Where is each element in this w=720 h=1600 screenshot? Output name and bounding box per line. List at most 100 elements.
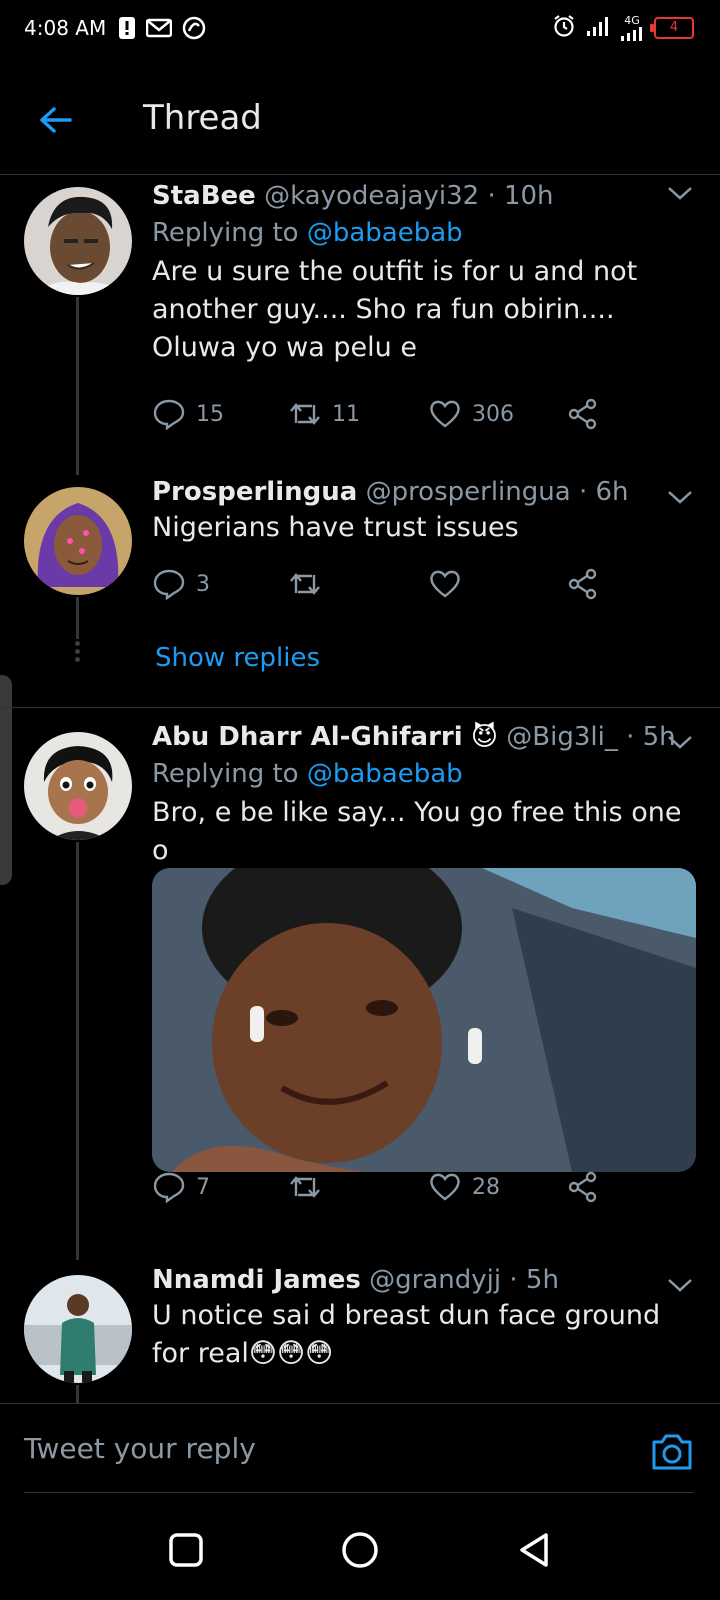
battery-indicator: 4 — [650, 17, 694, 39]
triangle-back-icon — [520, 1533, 548, 1567]
author-name[interactable]: Prosperlingua — [152, 477, 357, 507]
home-button[interactable] — [340, 1530, 380, 1570]
app-header: Thread — [0, 64, 720, 175]
system-nav-bar — [0, 1500, 720, 1600]
retweet-icon — [290, 403, 320, 425]
like-icon — [430, 400, 460, 428]
tweet-text: Bro, e be like say... You go free this o… — [152, 797, 682, 866]
author-handle[interactable]: @kayodeajayi32 — [264, 181, 479, 211]
avatar[interactable] — [24, 487, 132, 595]
author-name[interactable]: StaBee — [152, 181, 256, 211]
signal-icon — [586, 15, 610, 41]
share-icon — [568, 398, 597, 430]
camera-button[interactable] — [650, 1432, 694, 1472]
tweet-actions: 3 — [152, 567, 612, 607]
author-name[interactable]: Nnamdi James — [152, 1265, 361, 1295]
chevron-down-icon[interactable] — [666, 487, 694, 507]
back-nav-button[interactable] — [514, 1530, 554, 1570]
alarm-icon — [552, 14, 576, 42]
status-bar: 4:08 AM 4G 4 — [0, 0, 720, 64]
recent-apps-button[interactable] — [166, 1530, 206, 1570]
reply-button[interactable]: 7 — [152, 1170, 210, 1204]
network-type: 4G — [620, 15, 644, 42]
author-name[interactable]: Abu Dharr Al-Ghifarri — [152, 722, 463, 752]
avatar[interactable] — [24, 187, 132, 295]
reply-bar: Tweet your reply — [0, 1403, 720, 1494]
system-icons: 4G 4 — [552, 14, 694, 42]
page-title: Thread — [143, 98, 262, 138]
thread-line — [76, 297, 79, 475]
share-button[interactable] — [566, 397, 600, 431]
reply-count: 15 — [196, 401, 224, 427]
thread-line — [76, 597, 79, 639]
thread-dots — [72, 638, 82, 665]
app-notification-icon — [182, 16, 206, 44]
reply-count: 3 — [196, 571, 210, 597]
tweet-time: 5h — [525, 1265, 559, 1295]
reply-button[interactable]: 15 — [152, 397, 224, 431]
avatar[interactable] — [24, 732, 132, 840]
mention-link[interactable]: @babaebab — [307, 759, 463, 789]
reply-button[interactable]: 3 — [152, 567, 210, 601]
retweet-count: 11 — [332, 401, 360, 427]
reply-input[interactable]: Tweet your reply — [24, 1432, 256, 1465]
tweet-actions: 7 28 — [152, 1170, 612, 1210]
thread-line — [76, 842, 79, 1260]
author-handle[interactable]: @grandyjj — [369, 1265, 501, 1295]
back-arrow-icon — [40, 107, 72, 133]
like-button[interactable] — [428, 567, 462, 601]
reply-count: 7 — [196, 1174, 210, 1200]
share-icon — [568, 1171, 597, 1203]
reply-icon — [153, 399, 185, 431]
reply-icon — [153, 569, 185, 601]
tweet-text: U notice sai d breast dun face ground fo… — [152, 1300, 661, 1369]
share-button[interactable] — [566, 1170, 600, 1204]
replying-to: Replying to @babaebab — [152, 759, 463, 789]
share-button[interactable] — [566, 567, 600, 601]
divider — [0, 707, 720, 708]
tweet[interactable]: Abu Dharr Al-Ghifarri 😈 @Big3li_ · 5h Re… — [0, 720, 720, 1260]
circle-icon — [342, 1532, 378, 1568]
retweet-icon — [290, 1176, 320, 1198]
back-button[interactable] — [36, 100, 76, 140]
show-replies-link[interactable]: Show replies — [155, 643, 320, 673]
camera-icon — [652, 1434, 692, 1470]
author-name-emoji: 😈 — [470, 722, 499, 752]
avatar[interactable] — [24, 1275, 132, 1383]
author-handle[interactable]: @Big3li_ — [506, 722, 618, 752]
like-count: 306 — [472, 401, 514, 427]
tweet-media-image[interactable] — [152, 868, 696, 1172]
like-button[interactable]: 28 — [428, 1170, 500, 1204]
retweet-button[interactable]: 11 — [288, 397, 360, 431]
like-icon — [430, 570, 460, 598]
replying-to: Replying to @babaebab — [152, 218, 463, 248]
tweet[interactable]: Nnamdi James @grandyjj · 5h U notice sai… — [0, 1263, 720, 1403]
like-button[interactable]: 306 — [428, 397, 514, 431]
tweet[interactable]: Prosperlingua @prosperlingua · 6h Nigeri… — [0, 475, 720, 695]
like-icon — [430, 1173, 460, 1201]
mail-icon — [145, 18, 173, 42]
chevron-down-icon[interactable] — [666, 1275, 694, 1295]
status-time: 4:08 AM — [24, 16, 107, 40]
tweet-actions: 15 11 306 — [152, 397, 612, 437]
mention-link[interactable]: @babaebab — [307, 218, 463, 248]
retweet-button[interactable] — [288, 567, 322, 601]
retweet-icon — [290, 573, 320, 595]
square-icon — [169, 1533, 203, 1567]
tweet-time: 10h — [503, 181, 554, 211]
notification-icons — [118, 16, 206, 44]
author-handle[interactable]: @prosperlingua — [366, 477, 571, 507]
tweet[interactable]: StaBee @kayodeajayi32 · 10h Replying to … — [0, 175, 720, 475]
chevron-down-icon[interactable] — [666, 732, 694, 752]
reply-icon — [153, 1172, 185, 1204]
retweet-button[interactable] — [288, 1170, 322, 1204]
chevron-down-icon[interactable] — [666, 183, 694, 203]
divider — [24, 1492, 694, 1493]
tweet-time: 6h — [595, 477, 629, 507]
like-count: 28 — [472, 1174, 500, 1200]
tweet-text: Nigerians have trust issues — [152, 512, 519, 543]
tweet-text: Are u sure the outfit is for u and not a… — [152, 256, 638, 363]
thread-line — [76, 1385, 79, 1403]
alert-icon — [118, 16, 136, 44]
share-icon — [568, 568, 597, 600]
